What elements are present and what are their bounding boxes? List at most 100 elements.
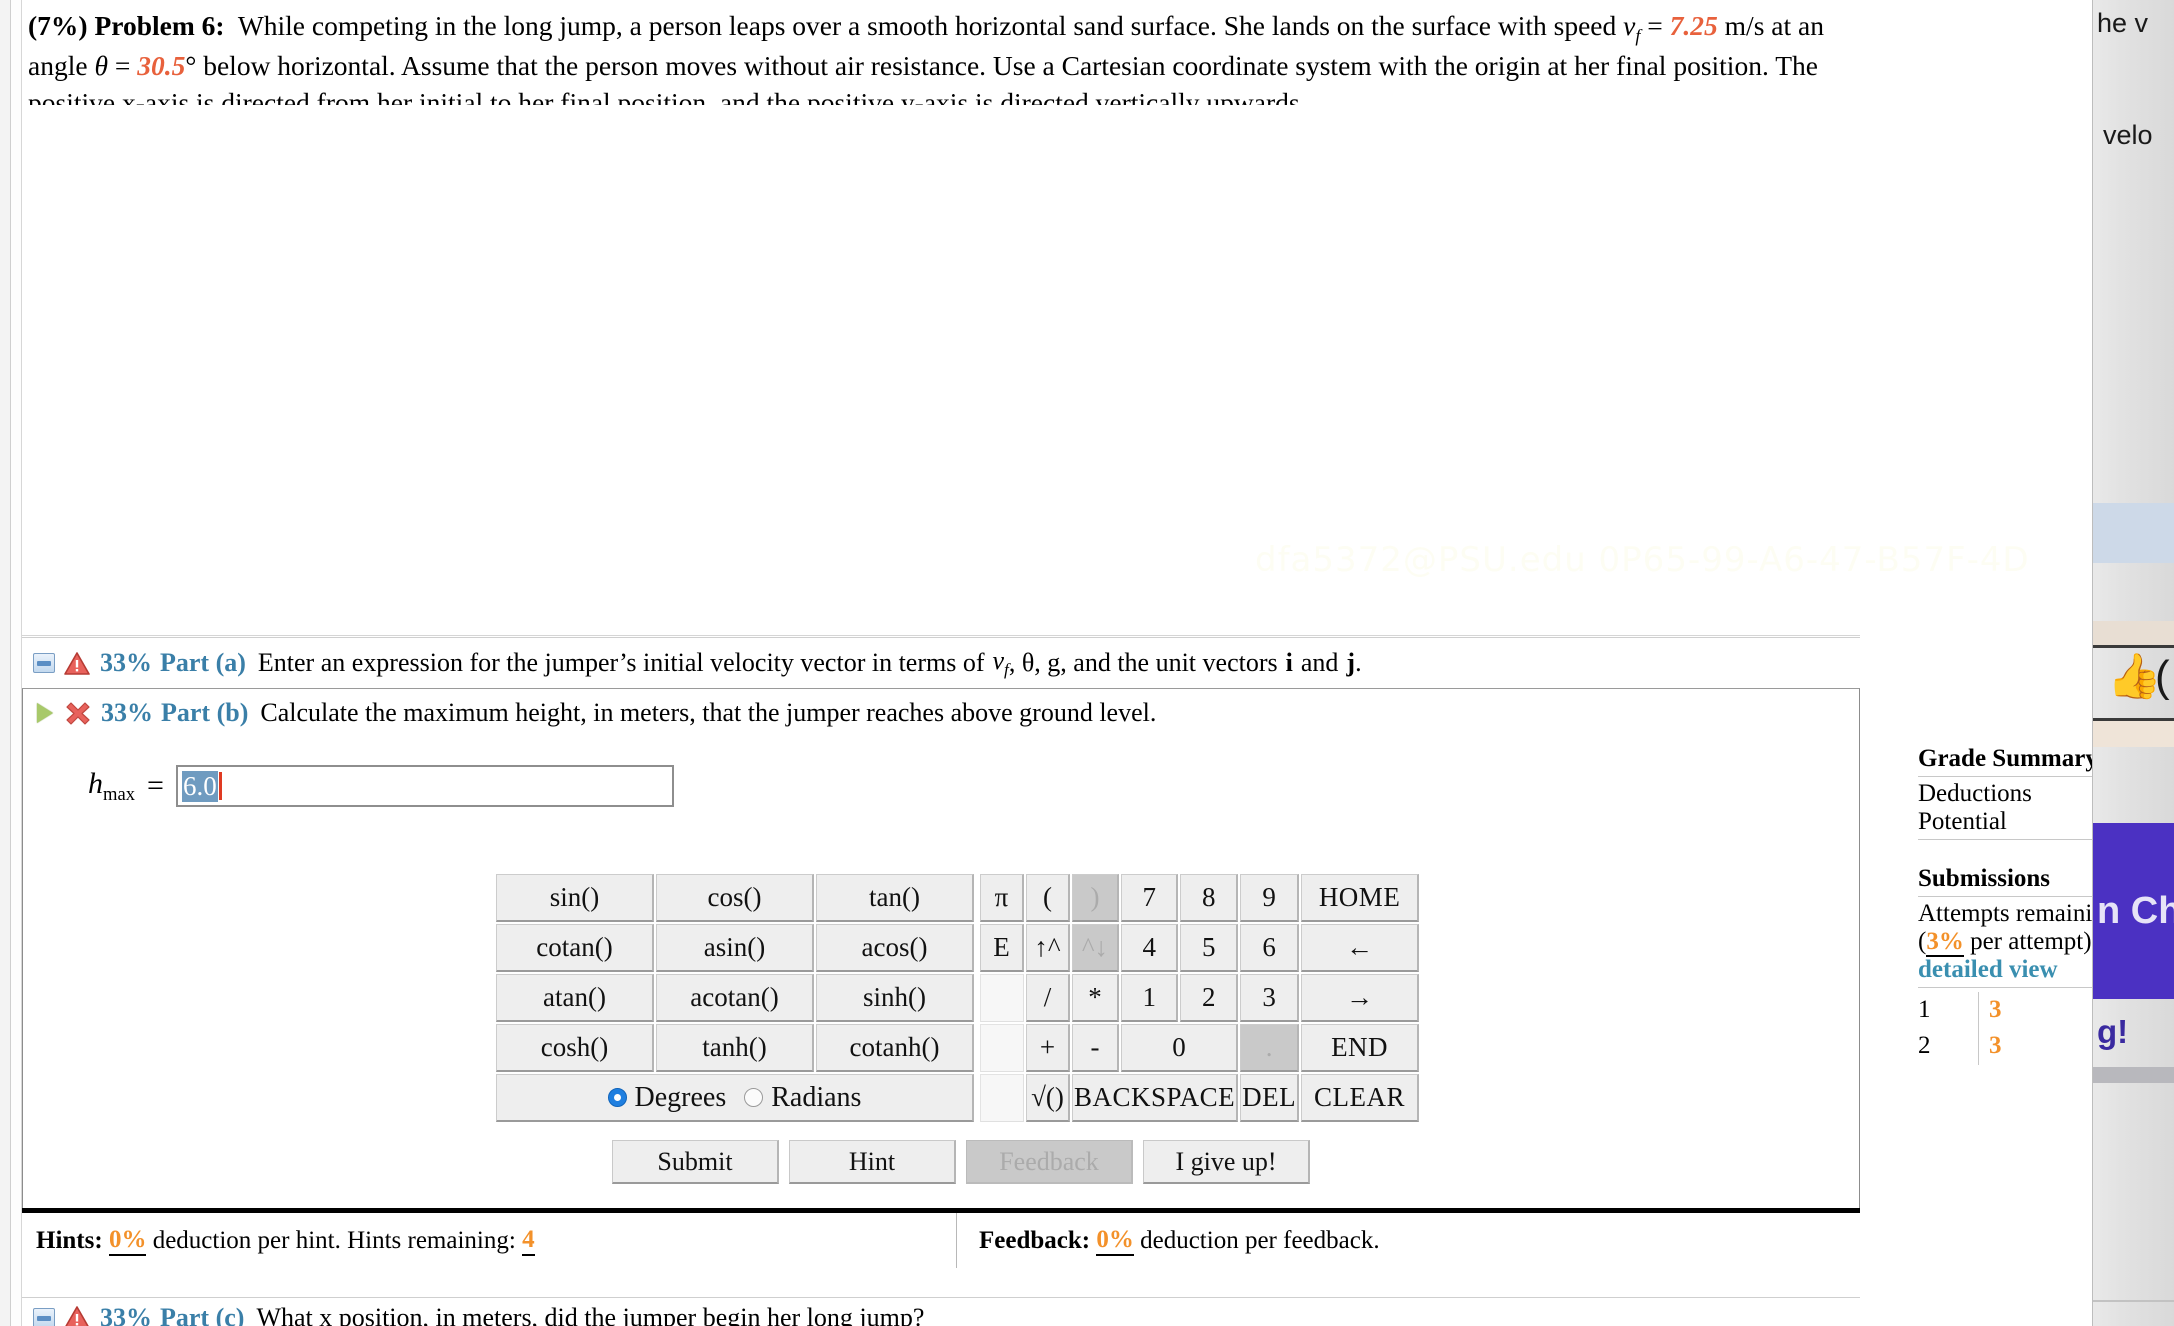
answer-input-value: 6.0 (181, 770, 218, 802)
hints-deduction-pct: 0% (108, 1226, 147, 1256)
key-plus[interactable]: + (1026, 1024, 1070, 1072)
theta-degree: ° (185, 50, 197, 82)
part-b-text: Calculate the maximum height, in meters,… (260, 698, 1157, 727)
background-window-text-velocity: velo (2103, 120, 2153, 150)
part-c-row[interactable]: 33% Part (c) What x position, in meters,… (22, 1297, 1860, 1326)
function-keys-body: sin() cos() tan() cotan() asin() acos() … (496, 874, 974, 1122)
key-e[interactable]: E (980, 924, 1024, 972)
problem-line-2: angle θ = 30.5° below horizontal. Assume… (28, 48, 2082, 84)
key-divide[interactable]: / (1026, 974, 1070, 1022)
key-7[interactable]: 7 (1120, 874, 1179, 922)
key-cotanh[interactable]: cotanh() (816, 1024, 974, 1072)
key-asin[interactable]: asin() (656, 924, 814, 972)
key-decimal-point[interactable]: . (1240, 1024, 1300, 1072)
vf-value: 7.25 (1669, 10, 1718, 41)
key-sinh[interactable]: sinh() (816, 974, 974, 1022)
key-5[interactable]: 5 (1180, 924, 1239, 972)
key-1[interactable]: 1 (1120, 974, 1179, 1022)
function-row: atan() acotan() sinh() (496, 974, 974, 1022)
key-cos[interactable]: cos() (656, 874, 814, 922)
expand-triangle-icon[interactable] (37, 703, 53, 723)
key-paren-open[interactable]: ( (1026, 874, 1070, 922)
deductions-label: Deductions (1918, 780, 2032, 807)
thumbs-up-icon[interactable]: 👍 (2107, 655, 2162, 699)
give-up-button[interactable]: I give up! (1143, 1140, 1310, 1184)
warning-triangle-icon (64, 651, 90, 675)
key-arrow-left[interactable]: ← (1301, 924, 1420, 972)
problem-text-1: While competing in the long jump, a pers… (237, 10, 1617, 41)
hints-remaining-count: 4 (522, 1226, 535, 1256)
key-tan[interactable]: tan() (816, 874, 974, 922)
key-tanh[interactable]: tanh() (656, 1024, 814, 1072)
part-b-percent: 33% (101, 698, 153, 727)
problem-percent: (7%) (28, 10, 88, 41)
key-6[interactable]: 6 (1240, 924, 1300, 972)
collapse-box-icon[interactable] (33, 1307, 55, 1326)
key-paren-close[interactable]: ) (1072, 874, 1119, 922)
background-window-blue-band (2093, 503, 2174, 563)
collapse-box-icon[interactable] (33, 653, 55, 673)
key-9[interactable]: 9 (1240, 874, 1300, 922)
background-window-tan-band-2 (2093, 721, 2174, 747)
part-c-text: What x position, in meters, did the jump… (256, 1302, 925, 1326)
problem-text-2b: below horizontal. Assume that the person… (203, 50, 1818, 82)
key-atan[interactable]: atan() (496, 974, 654, 1022)
vf-symbol: v (1623, 10, 1636, 41)
key-end[interactable]: END (1301, 1024, 1420, 1072)
key-home[interactable]: HOME (1301, 874, 1420, 922)
key-sqrt[interactable]: √() (1026, 1074, 1070, 1122)
answer-equals: = (147, 769, 164, 802)
numeric-keys-body: π ( ) 7 8 9 HOME E ↑^ ^↓ 4 5 6 ← / * 1 2… (980, 874, 1420, 1122)
key-4[interactable]: 4 (1120, 924, 1179, 972)
vf-equals: = (1647, 10, 1663, 41)
feedback-button: Feedback (966, 1140, 1133, 1184)
submit-button[interactable]: Submit (612, 1140, 779, 1184)
hint-button[interactable]: Hint (789, 1140, 956, 1184)
key-clear[interactable]: CLEAR (1301, 1074, 1420, 1122)
part-b-toggle[interactable] (31, 703, 59, 723)
key-0[interactable]: 0 (1120, 1024, 1239, 1072)
key-cosh[interactable]: cosh() (496, 1024, 654, 1072)
text-caret (218, 772, 222, 800)
key-pi[interactable]: π (980, 874, 1024, 922)
key-blank-3 (980, 1074, 1024, 1122)
window-left-gutter (0, 0, 11, 1326)
key-minus[interactable]: - (1072, 1024, 1119, 1072)
key-backspace[interactable]: BACKSPACE (1072, 1074, 1239, 1122)
key-superscript-up[interactable]: ↑^ (1026, 924, 1070, 972)
background-window-badge: g! (2097, 1013, 2129, 1050)
key-8[interactable]: 8 (1180, 874, 1239, 922)
angle-mode-selector: Degrees Radians (496, 1074, 974, 1122)
background-window-purple-button[interactable]: n Ch (2093, 823, 2174, 999)
key-arrow-right[interactable]: → (1301, 974, 1420, 1022)
background-window-tan-band-1 (2093, 621, 2174, 645)
part-a-row[interactable]: 33% Part (a) Enter an expression for the… (22, 637, 1860, 688)
part-c-toggle[interactable] (30, 1307, 58, 1326)
answer-entry-row: hmax = 6.0 (88, 765, 674, 807)
degrees-radio[interactable] (607, 1088, 627, 1107)
key-subscript-down[interactable]: ^↓ (1072, 924, 1119, 972)
degrees-label[interactable]: Degrees (635, 1082, 727, 1114)
part-a-text-1: Enter an expression for the jumper’s ini… (257, 648, 985, 677)
key-3[interactable]: 3 (1240, 974, 1300, 1022)
key-blank-2 (980, 1024, 1024, 1072)
answer-input[interactable]: 6.0 (175, 765, 674, 807)
key-2[interactable]: 2 (1180, 974, 1239, 1022)
part-a-toggle[interactable] (30, 653, 58, 673)
numeric-keys-table: π ( ) 7 8 9 HOME E ↑^ ^↓ 4 5 6 ← / * 1 2… (978, 872, 1421, 1124)
red-x-icon (65, 701, 91, 725)
background-window-sliver[interactable]: he v velo 👍 ( n Ch g! (2092, 0, 2174, 1326)
key-acotan[interactable]: acotan() (656, 974, 814, 1022)
part-b-row[interactable]: 33% Part (b) Calculate the maximum heigh… (23, 689, 1859, 737)
key-del[interactable]: DEL (1240, 1074, 1300, 1122)
key-cotan[interactable]: cotan() (496, 924, 654, 972)
radians-label[interactable]: Radians (771, 1082, 861, 1114)
radians-radio[interactable] (744, 1088, 764, 1107)
key-acos[interactable]: acos() (816, 924, 974, 972)
hints-text: deduction per hint. Hints remaining: (152, 1226, 516, 1254)
part-b-name: Part (b) (161, 698, 249, 727)
submission-row-number: 1 (1918, 996, 1931, 1023)
key-blank-1 (980, 974, 1024, 1022)
key-sin[interactable]: sin() (496, 874, 654, 922)
key-multiply[interactable]: * (1072, 974, 1119, 1022)
